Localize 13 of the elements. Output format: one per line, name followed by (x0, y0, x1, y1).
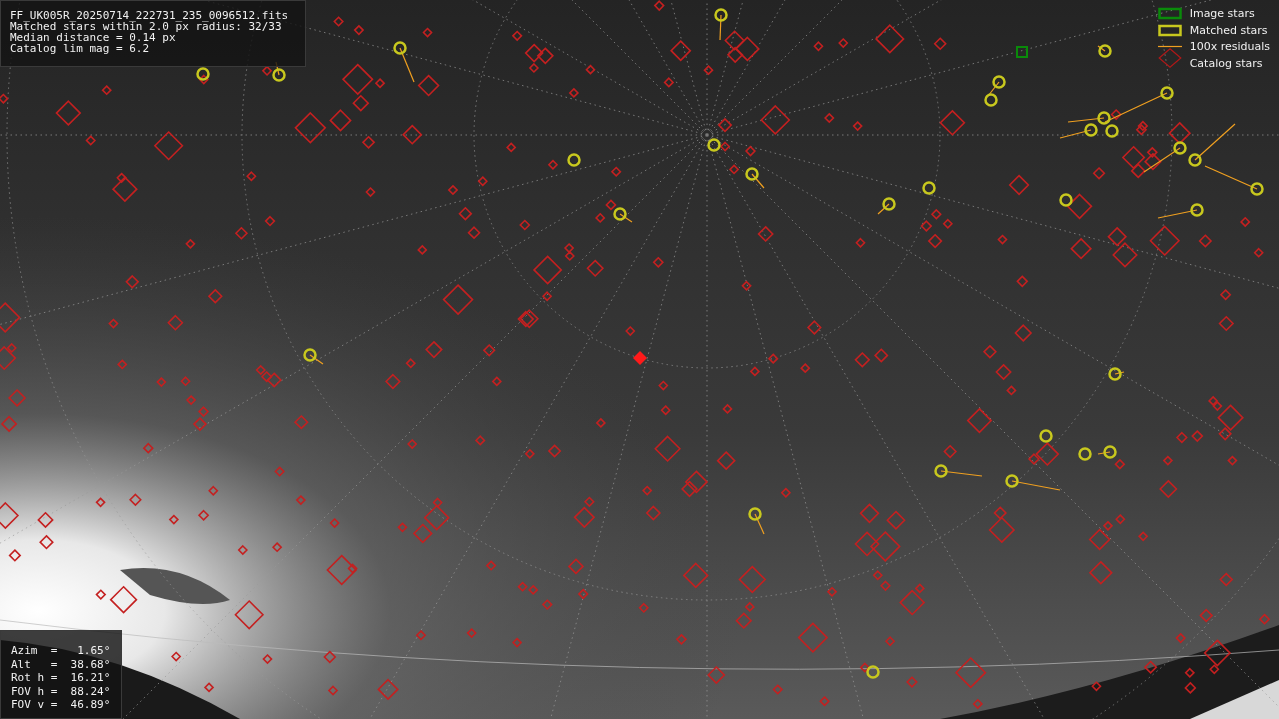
legend-label: 100x residuals (1189, 40, 1270, 54)
pointing-info-text: Azim = 1.65° (11, 644, 111, 658)
legend-label: Image stars (1189, 7, 1255, 21)
file-info-text: Catalog lim mag = 6.2 (10, 43, 151, 54)
file-info-text: Median distance = 0.14 px (10, 32, 176, 43)
pointing-info-text: Rot h = 16.21° (11, 671, 111, 685)
file-info-text: Matched stars within 2.0 px radius: 32/33 (10, 21, 282, 32)
legend-label: Catalog stars (1189, 56, 1263, 70)
pointing-info-text: FOV v = 46.89° (11, 698, 111, 712)
pointing-info-text: Alt = 38.68° (11, 657, 111, 671)
legend-label: Matched stars (1189, 23, 1268, 37)
pointing-info-text: FOV h = 88.24° (11, 684, 111, 698)
file-info-text: FF_UK005R_20250714_222731_235_0096512.fits (10, 10, 290, 21)
